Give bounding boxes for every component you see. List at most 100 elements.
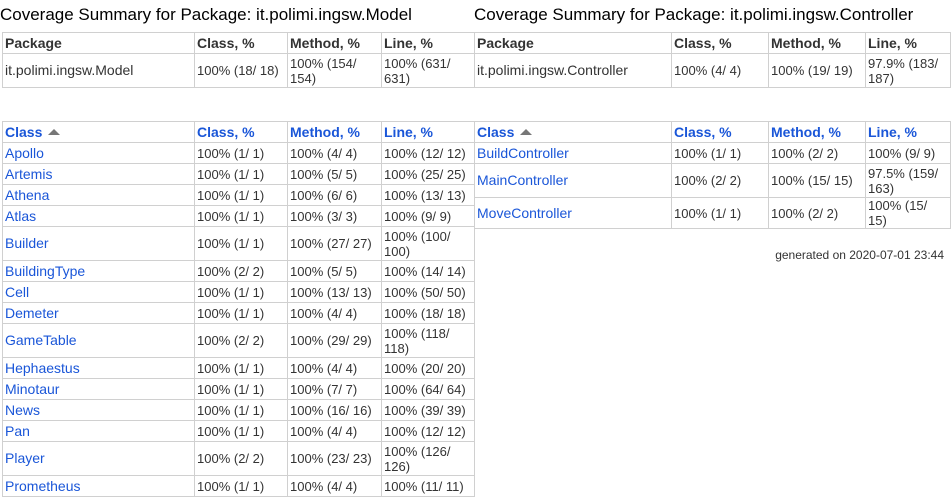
method-coverage: 100% (4/ 4) [287,142,382,164]
method-coverage: 100% (2/ 2) [768,142,866,164]
table-row: Minotaur 100% (1/ 1) 100% (7/ 7) 100% (64/ … [2,378,475,400]
class-name-cell: MoveController [474,197,672,229]
class-link[interactable]: Hephaestus [5,360,80,376]
sort-by-line-pct[interactable]: Line, % [865,121,951,143]
class-name-cell: Player [2,441,195,476]
method-coverage: 100% (6/ 6) [287,184,382,206]
line-coverage: 100% (50/ 50) [381,281,475,303]
table-row: News 100% (1/ 1) 100% (16/ 16) 100% (39/ 39… [2,399,475,421]
class-coverage: 100% (1/ 1) [194,142,288,164]
table-row: Pan 100% (1/ 1) 100% (4/ 4) 100% (12/ 12) [2,420,475,442]
class-link[interactable]: MoveController [477,205,572,221]
class-coverage: 100% (1/ 1) [194,378,288,400]
sort-by-method-pct[interactable]: Method, % [287,121,382,143]
method-coverage: 100% (27/ 27) [287,226,382,261]
sort-by-class-pct[interactable]: Class, % [671,121,769,143]
sort-by-class[interactable]: Class [474,121,672,143]
class-name-cell: Prometheus [2,475,195,497]
line-coverage: 100% (14/ 14) [381,260,475,282]
class-link[interactable]: Player [5,450,45,466]
class-link[interactable]: BuildController [477,145,569,161]
method-coverage: 100% (13/ 13) [287,281,382,303]
line-coverage: 100% (12/ 12) [381,142,475,164]
package-summary-table: Package Class, % Method, % Line, % it.po… [474,32,951,88]
table-header-row: Package Class, % Method, % Line, % [474,32,951,54]
line-coverage: 100% (15/ 15) [865,197,951,229]
class-link[interactable]: Builder [5,235,49,251]
class-coverage: 100% (2/ 2) [671,163,769,198]
table-row: Builder 100% (1/ 1) 100% (27/ 27) 100% (100… [2,226,475,261]
sort-by-line-pct[interactable]: Line, % [381,121,475,143]
class-name-cell: BuildingType [2,260,195,282]
method-coverage: 100% (5/ 5) [287,260,382,282]
line-coverage: 100% (126/ 126) [381,441,475,476]
table-row: Artemis 100% (1/ 1) 100% (5/ 5) 100% (25/ 2… [2,163,475,185]
table-row: Prometheus 100% (1/ 1) 100% (4/ 4) 100% (11… [2,475,475,497]
table-row: Cell 100% (1/ 1) 100% (13/ 13) 100% (50/ 50… [2,281,475,303]
class-coverage: 100% (1/ 1) [194,420,288,442]
class-link[interactable]: News [5,402,40,418]
class-name-cell: Atlas [2,205,195,227]
method-coverage: 100% (19/ 19) [768,53,866,88]
col-class-label: Class [5,123,43,140]
method-coverage: 100% (3/ 3) [287,205,382,227]
class-coverage: 100% (2/ 2) [194,441,288,476]
class-name-cell: Pan [2,420,195,442]
class-link[interactable]: Prometheus [5,478,80,494]
class-link[interactable]: Cell [5,284,29,300]
class-link[interactable]: BuildingType [5,263,85,279]
class-coverage: 100% (1/ 1) [671,142,769,164]
sort-by-method-pct[interactable]: Method, % [768,121,866,143]
col-package: Package [2,32,195,54]
class-name-cell: Athena [2,184,195,206]
line-coverage: 100% (64/ 64) [381,378,475,400]
table-header-row: Package Class, % Method, % Line, % [2,32,475,54]
line-coverage: 100% (100/ 100) [381,226,475,261]
class-table: Class Class, % Method, % Line, % Apollo 1… [2,121,475,497]
sort-by-class-pct[interactable]: Class, % [194,121,288,143]
controller-panel: Coverage Summary for Package: it.polimi.… [474,0,951,229]
class-link[interactable]: Athena [5,187,49,203]
class-link[interactable]: MainController [477,172,568,188]
table-row: it.polimi.ingsw.Controller 100% (4/ 4) 1… [474,53,951,88]
line-coverage: 100% (20/ 20) [381,357,475,379]
class-table: Class Class, % Method, % Line, % BuildCo… [474,121,951,229]
method-coverage: 100% (4/ 4) [287,302,382,324]
table-row: Demeter 100% (1/ 1) 100% (4/ 4) 100% (18/ 1… [2,302,475,324]
class-link[interactable]: Artemis [5,166,52,182]
method-coverage: 100% (2/ 2) [768,197,866,229]
table-row: Apollo 100% (1/ 1) 100% (4/ 4) 100% (12/ 12… [2,142,475,164]
class-coverage: 100% (2/ 2) [194,260,288,282]
class-name-cell: Hephaestus [2,357,195,379]
sort-by-class[interactable]: Class [2,121,195,143]
class-link[interactable]: Pan [5,423,30,439]
table-row: it.polimi.ingsw.Model 100% (18/ 18) 100%… [2,53,475,88]
method-coverage: 100% (4/ 4) [287,420,382,442]
class-link[interactable]: Minotaur [5,381,59,397]
line-coverage: 100% (12/ 12) [381,420,475,442]
class-name-cell: Demeter [2,302,195,324]
class-name-cell: Artemis [2,163,195,185]
class-coverage: 100% (1/ 1) [194,357,288,379]
table-row: GameTable 100% (2/ 2) 100% (29/ 29) 100% (1… [2,323,475,358]
class-coverage: 100% (4/ 4) [671,53,769,88]
sort-ascending-icon [520,128,533,135]
class-link[interactable]: GameTable [5,332,77,348]
method-coverage: 100% (7/ 7) [287,378,382,400]
col-method-pct: Method, % [287,32,382,54]
class-name-cell: Apollo [2,142,195,164]
class-link[interactable]: Atlas [5,208,36,224]
col-line-pct: Line, % [381,32,475,54]
class-coverage: 100% (1/ 1) [194,475,288,497]
method-coverage: 100% (154/ 154) [287,53,382,88]
class-link[interactable]: Apollo [5,145,44,161]
col-class-pct: Class, % [671,32,769,54]
class-link[interactable]: Demeter [5,305,59,321]
class-name-cell: Builder [2,226,195,261]
line-coverage: 100% (9/ 9) [381,205,475,227]
method-coverage: 100% (16/ 16) [287,399,382,421]
col-method-pct: Method, % [768,32,866,54]
line-coverage: 100% (39/ 39) [381,399,475,421]
method-coverage: 100% (4/ 4) [287,357,382,379]
package-name: it.polimi.ingsw.Model [2,53,195,88]
